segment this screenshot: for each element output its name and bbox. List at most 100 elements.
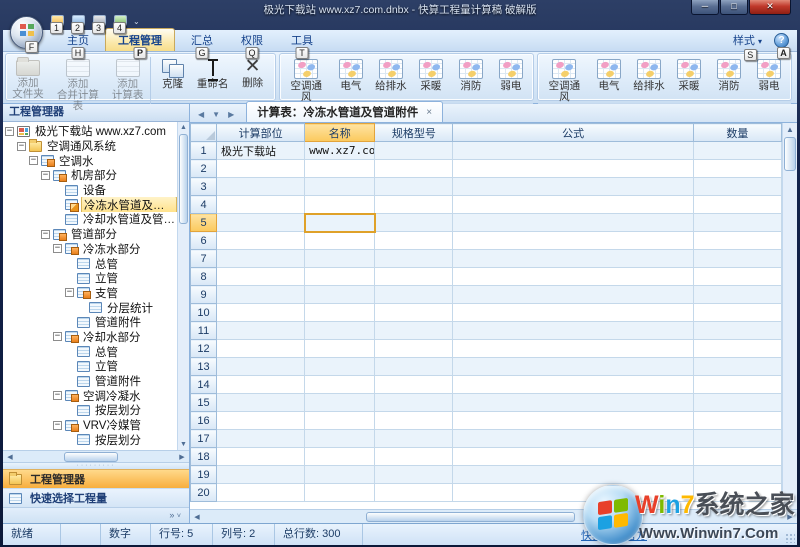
grid-cell[interactable]: [693, 232, 781, 250]
row-header[interactable]: 7: [191, 250, 217, 268]
grid-cell[interactable]: [305, 286, 375, 304]
grid-corner-cell[interactable]: [191, 124, 217, 142]
grid-cell[interactable]: [305, 358, 375, 376]
row-header[interactable]: 11: [191, 322, 217, 340]
grid-cell[interactable]: [217, 322, 305, 340]
tree-horizontal-scrollbar[interactable]: ◀ ▶: [3, 450, 189, 462]
grid-vscroll-thumb[interactable]: [784, 137, 796, 171]
grid-cell[interactable]: [453, 142, 693, 160]
grid-cell[interactable]: [305, 430, 375, 448]
panel-bar[interactable]: 快速选择工程量: [3, 488, 189, 507]
help-button[interactable]: ? A: [774, 33, 789, 48]
grid-cell[interactable]: [305, 466, 375, 484]
grid-cell[interactable]: [217, 214, 305, 232]
grid-cell[interactable]: [693, 376, 781, 394]
grid-cell[interactable]: [693, 214, 781, 232]
grid-cell[interactable]: [453, 358, 693, 376]
grid-cell[interactable]: [453, 448, 693, 466]
ribbon-button[interactable]: 空调通风: [282, 55, 331, 103]
ribbon-button[interactable]: 弱电: [749, 55, 789, 103]
grid-cell[interactable]: [375, 376, 453, 394]
grid-cell[interactable]: [453, 214, 693, 232]
grid-cell[interactable]: [217, 196, 305, 214]
grid-cell[interactable]: [375, 394, 453, 412]
grid-cell[interactable]: [217, 250, 305, 268]
tree-item[interactable]: 管道附件: [5, 315, 177, 330]
tree-item[interactable]: 管道附件: [5, 374, 177, 389]
grid-vertical-scrollbar[interactable]: ▲ ▼: [782, 123, 797, 509]
grid-cell[interactable]: [693, 412, 781, 430]
grid-cell[interactable]: [693, 178, 781, 196]
close-button[interactable]: ✕: [749, 0, 791, 15]
grid-cell[interactable]: [217, 268, 305, 286]
row-header[interactable]: 1: [191, 142, 217, 160]
grid-cell[interactable]: [693, 286, 781, 304]
scroll-up-icon[interactable]: ▲: [178, 122, 189, 131]
resize-grip[interactable]: [785, 533, 795, 543]
tree-vscroll-thumb[interactable]: [179, 134, 188, 224]
grid-cell[interactable]: [693, 196, 781, 214]
tree-item[interactable]: −冷却水部分: [5, 330, 177, 345]
scroll-left-icon[interactable]: ◀: [3, 453, 17, 461]
grid-cell[interactable]: [375, 466, 453, 484]
grid-cell[interactable]: [217, 358, 305, 376]
grid-cell[interactable]: [217, 448, 305, 466]
panel-bar[interactable]: 工程管理器: [3, 469, 189, 488]
qat-button-1[interactable]: 1: [49, 15, 65, 29]
tree-item[interactable]: 分层统计: [5, 300, 177, 315]
grid-cell[interactable]: [375, 142, 453, 160]
grid-cell[interactable]: [375, 214, 453, 232]
tree-item[interactable]: −空调水: [5, 153, 177, 168]
grid-cell[interactable]: [693, 322, 781, 340]
expand-box-icon[interactable]: −: [5, 127, 14, 136]
grid-cell[interactable]: [305, 376, 375, 394]
grid-cell[interactable]: [375, 250, 453, 268]
column-header-数量[interactable]: 数量: [693, 124, 781, 142]
grid-cell[interactable]: [375, 448, 453, 466]
tree-item[interactable]: 冷冻水管道及管道...: [5, 197, 177, 212]
grid-cell[interactable]: [453, 394, 693, 412]
tree-item[interactable]: 总管: [5, 344, 177, 359]
grid-cell[interactable]: [305, 412, 375, 430]
grid-cell[interactable]: [217, 232, 305, 250]
grid-cell[interactable]: [453, 304, 693, 322]
scroll-left-icon[interactable]: ◀: [190, 513, 204, 521]
grid-cell[interactable]: [375, 484, 453, 502]
expand-box-icon[interactable]: −: [41, 171, 50, 180]
row-header[interactable]: 3: [191, 178, 217, 196]
grid-cell[interactable]: [305, 268, 375, 286]
ribbon-tab-G[interactable]: 汇总G: [179, 29, 225, 51]
grid-cell[interactable]: [217, 340, 305, 358]
ribbon-button[interactable]: 消防: [451, 55, 491, 103]
tree-item[interactable]: −空调冷凝水: [5, 388, 177, 403]
tab-nav-menu-icon[interactable]: ▼: [208, 110, 224, 122]
grid-cell[interactable]: [305, 394, 375, 412]
tree-item[interactable]: −极光下载站 www.xz7.com: [5, 124, 177, 139]
grid-cell[interactable]: [375, 286, 453, 304]
grid-hscroll-thumb[interactable]: [366, 512, 574, 522]
grid-cell[interactable]: [693, 466, 781, 484]
tree-item[interactable]: 冷却水管道及管道附件: [5, 212, 177, 227]
sheet-tab[interactable]: 计算表：冷冻水管道及管道附件 ×: [246, 101, 443, 122]
row-header[interactable]: 4: [191, 196, 217, 214]
row-header[interactable]: 13: [191, 358, 217, 376]
grid-cell[interactable]: [693, 394, 781, 412]
grid-cell[interactable]: 极光下载站: [217, 142, 305, 160]
expand-box-icon[interactable]: −: [29, 156, 38, 165]
grid-cell[interactable]: [453, 376, 693, 394]
ribbon-button[interactable]: 添加 计算表: [108, 55, 148, 112]
row-header[interactable]: 14: [191, 376, 217, 394]
qat-button-3[interactable]: 3: [91, 15, 107, 29]
grid-cell[interactable]: [453, 412, 693, 430]
style-button[interactable]: 样式 ▾ S: [729, 31, 766, 49]
grid-cell[interactable]: [217, 178, 305, 196]
grid-cell[interactable]: [375, 358, 453, 376]
ribbon-button[interactable]: 采暖: [411, 55, 451, 103]
expand-box-icon[interactable]: −: [53, 421, 62, 430]
row-header[interactable]: 17: [191, 430, 217, 448]
grid-cell[interactable]: [693, 358, 781, 376]
row-header[interactable]: 2: [191, 160, 217, 178]
grid-cell[interactable]: [305, 214, 375, 232]
grid-cell[interactable]: [217, 376, 305, 394]
grid-cell[interactable]: [375, 178, 453, 196]
